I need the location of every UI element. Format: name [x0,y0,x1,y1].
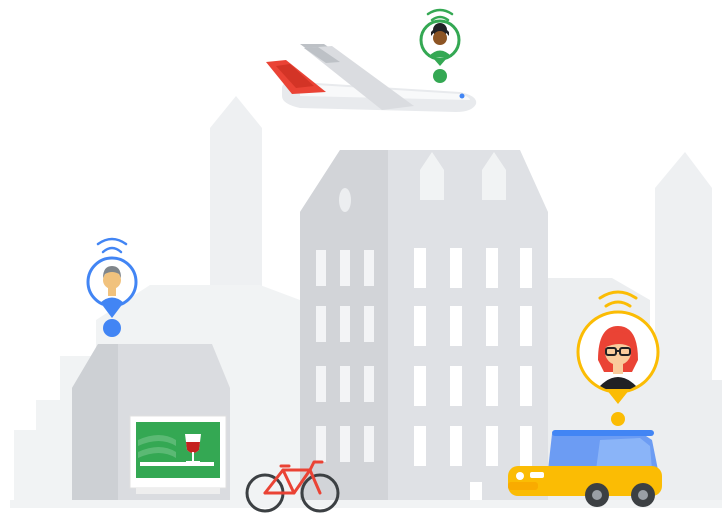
signal-waves-icon [426,8,454,22]
location-dot [611,412,625,426]
ground [10,500,722,508]
background-tower-left [210,96,262,300]
restaurant-sign-table [140,462,214,466]
location-pin-traveler [419,8,461,83]
signal-waves-icon [96,237,128,254]
central-building-door [470,482,482,502]
car-grille [530,472,544,478]
location-dot [103,319,121,337]
restaurant-sign-base [136,488,220,494]
background-tower-right [655,152,712,380]
car-headlight [516,472,524,480]
car-cabin-window [596,438,652,470]
roof-round-window [339,188,351,212]
car-roof [552,430,654,436]
restaurant-house [72,344,230,506]
airplane-nose-mark [459,93,465,99]
car-bumper [508,482,538,490]
city-illustration [10,8,722,513]
location-dot [433,69,447,83]
central-building [300,150,548,502]
